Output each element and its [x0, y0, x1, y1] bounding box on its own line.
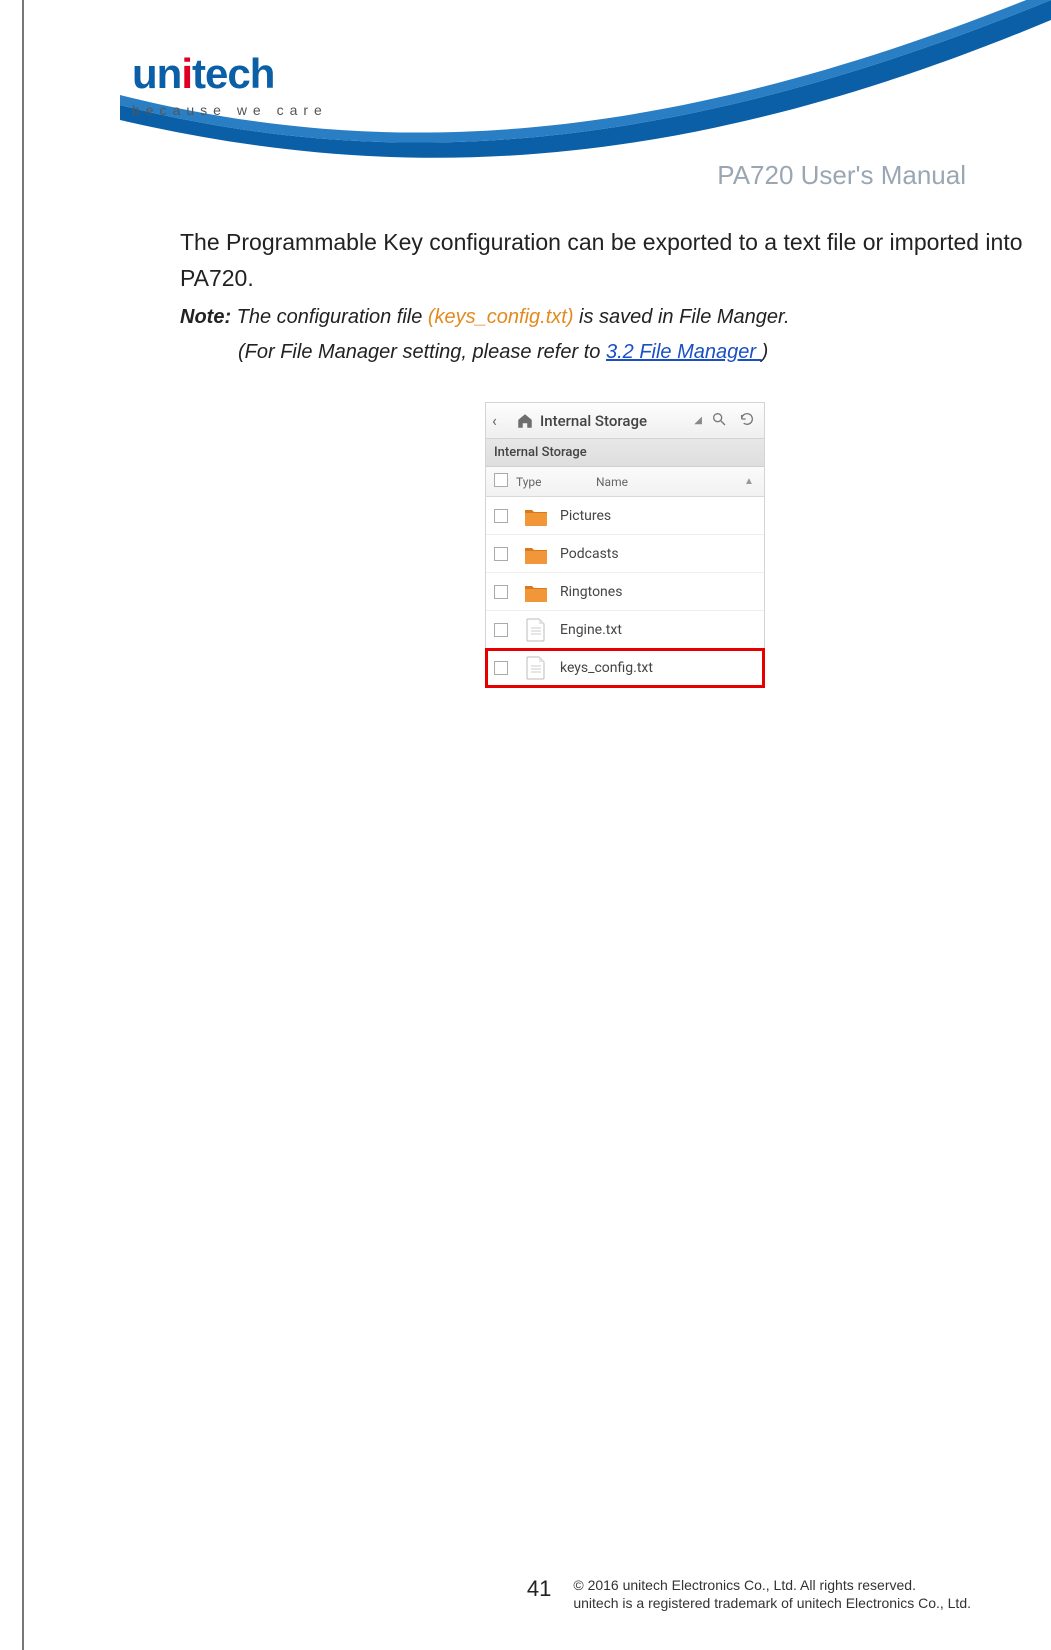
body-content: The Programmable Key configuration can b… — [180, 225, 1051, 368]
brand-logo: unitech because we care — [132, 50, 342, 118]
list-item[interactable]: Ringtones — [486, 573, 764, 611]
sort-icon[interactable]: ▲ — [744, 476, 764, 487]
row-checkbox[interactable] — [486, 661, 516, 675]
row-checkbox[interactable] — [486, 623, 516, 637]
file-manager-screenshot: ‹ Internal Storage ◢ Internal Storage Ty… — [485, 402, 765, 688]
search-icon[interactable] — [708, 411, 730, 431]
row-name: Podcasts — [556, 546, 764, 562]
logo-dot: i — [181, 50, 192, 97]
page-footer: 41 © 2016 unitech Electronics Co., Ltd. … — [0, 1576, 971, 1612]
file-manager-link[interactable]: 3.2 File Manager — [606, 341, 762, 363]
fm-location-title[interactable]: Internal Storage — [540, 412, 690, 430]
fm-breadcrumb[interactable]: Internal Storage — [486, 439, 764, 467]
home-icon[interactable] — [516, 412, 534, 430]
note-line-1: Note: The configuration file (keys_confi… — [180, 302, 1051, 333]
fm-column-headers: Type Name ▲ — [486, 467, 764, 497]
row-name: Pictures — [556, 508, 764, 524]
note2-prefix: (For File Manager setting, please refer … — [238, 341, 606, 363]
file-icon — [516, 618, 556, 642]
column-name[interactable]: Name — [566, 475, 744, 489]
column-type[interactable]: Type — [516, 475, 566, 489]
page-number: 41 — [527, 1576, 551, 1602]
row-checkbox[interactable] — [486, 547, 516, 561]
legal-line-1: © 2016 unitech Electronics Co., Ltd. All… — [573, 1576, 971, 1594]
note-text-b: is saved in File Manger. — [574, 306, 790, 328]
row-name: Ringtones — [556, 584, 764, 600]
row-checkbox[interactable] — [486, 509, 516, 523]
back-icon[interactable]: ‹ — [492, 411, 510, 430]
legal-text: © 2016 unitech Electronics Co., Ltd. All… — [573, 1576, 971, 1612]
left-margin-rule — [22, 0, 24, 1650]
paragraph: The Programmable Key configuration can b… — [180, 225, 1051, 296]
folder-icon — [516, 545, 556, 563]
document-title: PA720 User's Manual — [717, 160, 966, 191]
folder-icon — [516, 583, 556, 601]
row-checkbox[interactable] — [486, 585, 516, 599]
note-label: Note: — [180, 306, 231, 328]
row-name: Engine.txt — [556, 622, 764, 638]
note-text-a: The configuration file — [231, 306, 428, 328]
logo-text-b: tech — [192, 50, 274, 97]
list-item[interactable]: Engine.txt — [486, 611, 764, 649]
logo-tagline: because we care — [132, 102, 342, 118]
dropdown-icon[interactable]: ◢ — [694, 415, 702, 426]
logo-text-a: un — [132, 50, 181, 97]
note-line-2: (For File Manager setting, please refer … — [180, 337, 1051, 368]
refresh-icon[interactable] — [736, 411, 758, 431]
list-item[interactable]: keys_config.txt — [486, 649, 764, 687]
fm-toolbar: ‹ Internal Storage ◢ — [486, 403, 764, 439]
list-item[interactable]: Pictures — [486, 497, 764, 535]
file-icon — [516, 656, 556, 680]
note-filename: (keys_config.txt) — [428, 306, 574, 328]
note2-suffix: ) — [762, 341, 769, 363]
legal-line-2: unitech is a registered trademark of uni… — [573, 1594, 971, 1612]
row-name: keys_config.txt — [556, 660, 764, 676]
select-all-checkbox[interactable] — [486, 473, 516, 490]
folder-icon — [516, 507, 556, 525]
list-item[interactable]: Podcasts — [486, 535, 764, 573]
